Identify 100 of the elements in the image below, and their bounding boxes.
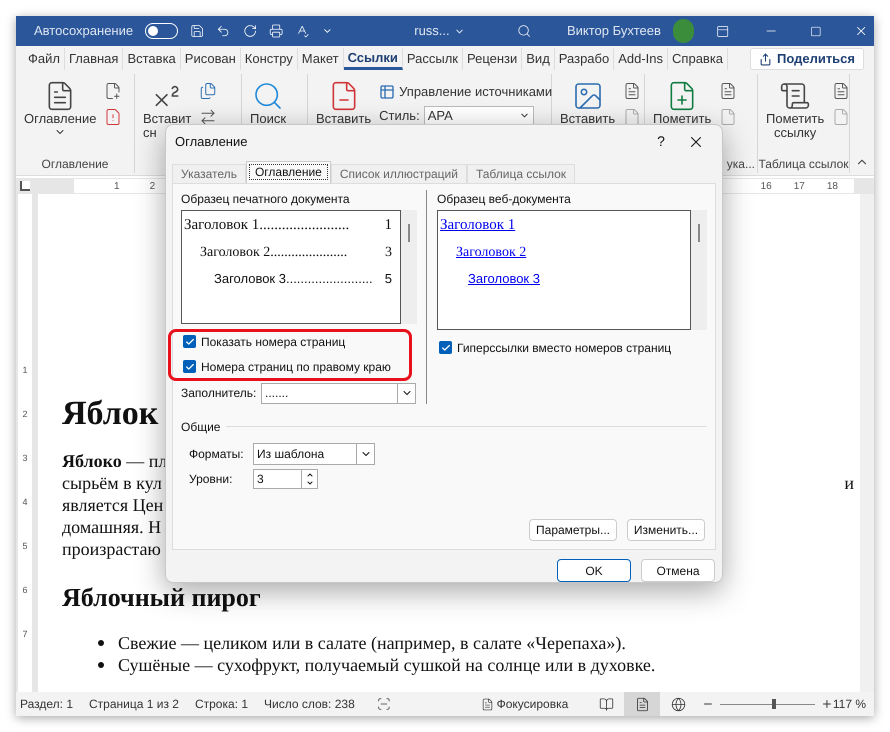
checkbox[interactable]: Гиперссылки вместо номеров страниц xyxy=(439,338,672,357)
focus-button[interactable]: Фокусировка xyxy=(480,695,568,713)
menu-tab[interactable]: Вид xyxy=(522,48,555,70)
document-icon[interactable] xyxy=(832,82,850,100)
levels-label: Уровни: xyxy=(189,470,234,488)
ribbon-button[interactable]: Пометить ссылку xyxy=(764,80,826,155)
menu-tab[interactable]: Констру xyxy=(240,48,298,70)
ribbon-button[interactable]: Вставить xyxy=(314,80,374,155)
spelling-icon[interactable] xyxy=(295,23,310,39)
zoom-thumb[interactable] xyxy=(772,699,776,709)
ruler-number: 7 xyxy=(22,628,28,641)
ruler-number: 2 xyxy=(22,408,28,421)
list-item: Сушёные — сухофрукт, получаемый сушкой на солнце или в духовке. xyxy=(118,654,656,677)
status-text[interactable]: Число слов: 238 xyxy=(264,695,355,713)
menu-tab[interactable]: Add-Ins xyxy=(614,48,668,70)
ruler-number: 17 xyxy=(794,180,805,194)
view-button[interactable] xyxy=(624,692,660,716)
preview-link[interactable]: Заголовок 3 xyxy=(440,269,690,289)
checkbox[interactable]: Показать номера страниц xyxy=(183,332,346,351)
document-icon[interactable] xyxy=(719,82,738,100)
heading: Яблок xyxy=(62,394,158,434)
help-button[interactable]: ? xyxy=(646,131,676,152)
ruler-number: 3 xyxy=(22,452,28,465)
manage-sources-button[interactable]: Управление источниками xyxy=(379,82,552,102)
tab-stop-icon[interactable] xyxy=(20,181,30,191)
dialog-tab[interactable]: Оглавление xyxy=(246,160,331,183)
dialog-title: Оглавление xyxy=(175,133,248,152)
modify-button[interactable]: Изменить... xyxy=(627,518,705,541)
ribbon-button[interactable]: Оглавление xyxy=(22,80,98,155)
preview-link[interactable]: Заголовок 1 xyxy=(440,214,690,236)
list-item: Свежие — целиком или в салате (например, в салате «Черепаха»). xyxy=(118,632,626,655)
paragraph-line: произрастаю xyxy=(62,538,161,560)
menu-tab[interactable]: Главная xyxy=(64,48,124,70)
heading: Яблочный пирог xyxy=(62,582,262,614)
cancel-button[interactable]: Отмена xyxy=(641,559,715,582)
menu-tab[interactable]: Справка xyxy=(668,48,728,70)
spin-up-icon xyxy=(306,470,314,479)
ok-button[interactable]: OK xyxy=(557,559,631,582)
options-button[interactable]: Параметры... xyxy=(529,518,617,541)
menu-tab[interactable]: Рецензи xyxy=(463,48,522,70)
dialog-tab[interactable]: Таблица ссылок xyxy=(466,164,576,183)
style-dropdown[interactable]: APA xyxy=(424,106,534,126)
menu-tab[interactable]: Вставка xyxy=(123,48,181,70)
checkbox-box[interactable] xyxy=(183,360,196,374)
preview-link[interactable]: Заголовок 2 xyxy=(440,242,690,264)
formats-dropdown[interactable]: Из шаблона xyxy=(253,442,375,465)
documents-icon[interactable] xyxy=(199,82,218,100)
menu-tab[interactable]: Разрабо xyxy=(554,48,614,70)
share-icon xyxy=(758,52,772,66)
leader-dropdown[interactable]: ....... xyxy=(261,382,416,404)
zoom-reading[interactable]: 117 % xyxy=(832,695,866,713)
table-icon xyxy=(379,84,396,100)
ruler-number: 5 xyxy=(22,540,28,553)
ribbon-button[interactable]: Поиск xyxy=(248,80,288,155)
paragraph-line: домашняя. Н xyxy=(62,516,162,538)
share-button[interactable]: Поделиться xyxy=(750,48,864,70)
proofing-icon[interactable] xyxy=(376,697,391,711)
zoom-in-icon[interactable] xyxy=(821,698,833,710)
undo-icon[interactable] xyxy=(216,23,231,39)
preview-entry: Заголовок 2...................... 3 xyxy=(199,244,392,262)
checkbox[interactable]: Номера страниц по правому краю xyxy=(183,358,391,376)
dialog-tab[interactable]: Список иллюстраций xyxy=(330,164,467,183)
document-icon[interactable] xyxy=(623,82,642,100)
user-name: Виктор Бухтеев xyxy=(566,22,661,40)
check-icon xyxy=(440,342,450,353)
autosave-toggle[interactable] xyxy=(145,23,178,39)
check-icon xyxy=(184,362,194,372)
redo-icon[interactable] xyxy=(242,23,257,39)
status-text[interactable]: Страница 1 из 2 xyxy=(89,695,179,713)
section-title: Общие xyxy=(181,418,220,436)
menu-tab[interactable]: Макет xyxy=(298,48,344,70)
document-plus-icon[interactable] xyxy=(104,82,122,100)
search-icon[interactable] xyxy=(516,23,531,39)
printer-icon[interactable] xyxy=(268,23,284,39)
dialog-tab[interactable]: Указатель xyxy=(172,164,246,183)
page-icon xyxy=(480,698,494,710)
ribbon-display-icon[interactable] xyxy=(716,24,730,38)
status-text[interactable]: Раздел: 1 xyxy=(20,695,74,713)
menu-tab[interactable]: Рассылк xyxy=(402,48,463,70)
checkbox-box[interactable] xyxy=(183,335,196,348)
preview-entry: Заголовок 3........................ 5 xyxy=(213,270,392,288)
status-text[interactable]: Строка: 1 xyxy=(194,695,248,713)
ribbon-button[interactable]: Вставить xyxy=(558,80,618,155)
ruler-number: 16 xyxy=(760,180,772,194)
menu-tab[interactable]: Рисован xyxy=(180,48,241,70)
leader-label: Заполнитель: xyxy=(181,385,258,402)
globe-icon xyxy=(670,696,686,712)
levels-spinbox[interactable]: 3 xyxy=(253,468,318,489)
menu-tab[interactable]: Файл xyxy=(24,48,65,70)
ruler-number: 1 xyxy=(114,180,120,194)
document-name[interactable]: russ... xyxy=(414,21,465,41)
preview-label: Образец веб-документа xyxy=(437,190,572,208)
save-icon[interactable] xyxy=(190,23,204,39)
checkbox-box[interactable] xyxy=(439,341,452,354)
zoom-slider[interactable] xyxy=(720,699,815,709)
avatar xyxy=(672,19,694,43)
maximize-icon[interactable] xyxy=(810,24,822,38)
ruler-number: 18 xyxy=(826,180,838,194)
bullet-icon xyxy=(98,662,104,668)
spin-down-icon xyxy=(306,478,314,487)
